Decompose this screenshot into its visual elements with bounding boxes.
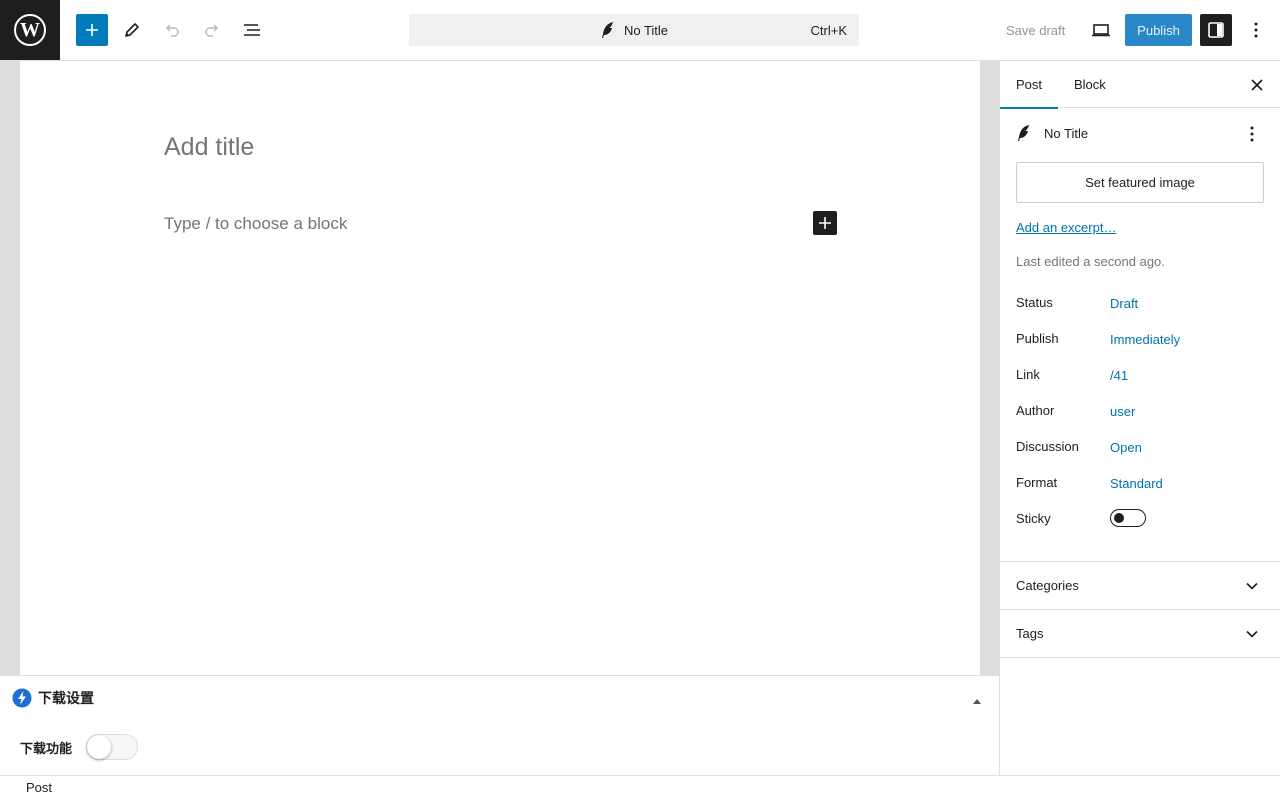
save-draft-button[interactable]: Save draft: [998, 14, 1073, 46]
breadcrumb[interactable]: Post: [26, 780, 52, 795]
author-row: Author user: [1016, 403, 1266, 423]
sticky-label: Sticky: [1016, 511, 1051, 526]
document-bar[interactable]: No Title Ctrl+K: [409, 14, 859, 46]
triangle-up-icon: [973, 699, 981, 704]
settings-button[interactable]: [1200, 14, 1232, 46]
format-label: Format: [1016, 475, 1058, 490]
publish-date-button[interactable]: Immediately: [1110, 332, 1180, 347]
post-card: No Title: [1016, 124, 1088, 142]
download-settings-metabox: 下载设置 下载功能: [0, 675, 1000, 775]
post-summary-panel: No Title Set featured image Add an excer…: [1000, 108, 1280, 562]
post-card-title: No Title: [1044, 125, 1089, 141]
sticky-toggle[interactable]: [1110, 509, 1146, 527]
editor-footer: Post: [0, 775, 1280, 800]
discussion-label: Discussion: [1016, 439, 1079, 454]
list-view-icon: [244, 24, 260, 36]
redo-button[interactable]: [196, 14, 228, 46]
link-label: Link: [1016, 367, 1040, 382]
status-row: Status Draft: [1016, 295, 1266, 315]
permalink-button[interactable]: /41: [1110, 368, 1128, 383]
default-block-appender[interactable]: Type / to choose a block: [164, 214, 347, 234]
categories-panel-toggle[interactable]: Categories: [1000, 562, 1280, 610]
close-sidebar-button[interactable]: [1245, 73, 1269, 97]
download-feature-label: 下载功能: [20, 740, 73, 756]
download-feature-row: 下载功能: [20, 734, 139, 760]
set-featured-image-button[interactable]: Set featured image: [1016, 162, 1264, 203]
metabox-collapse-button[interactable]: [972, 692, 982, 710]
tags-panel-toggle[interactable]: Tags: [1000, 610, 1280, 658]
plus-icon: [819, 217, 831, 229]
discussion-button[interactable]: Open: [1110, 440, 1142, 455]
command-shortcut: Ctrl+K: [810, 23, 847, 38]
last-edited-text: Last edited a second ago.: [1016, 254, 1165, 269]
metabox-header[interactable]: 下载设置: [12, 688, 94, 708]
kebab-icon: [1254, 22, 1258, 38]
laptop-icon: [1092, 24, 1110, 37]
link-row: Link /41: [1016, 367, 1266, 387]
undo-button[interactable]: [156, 14, 188, 46]
format-row: Format Standard: [1016, 475, 1266, 495]
close-icon: [1251, 79, 1263, 91]
tab-block[interactable]: Block: [1074, 61, 1106, 108]
status-value-button[interactable]: Draft: [1110, 296, 1138, 311]
preview-button[interactable]: [1085, 14, 1117, 46]
redo-icon: [205, 24, 219, 37]
editor-header: W No Title Ctrl+K Save draft Publish: [0, 0, 1280, 61]
post-title-input[interactable]: Add title: [164, 133, 254, 162]
sticky-row: Sticky: [1016, 509, 1266, 531]
categories-panel-title: Categories: [1016, 578, 1079, 593]
plus-icon: [86, 24, 98, 36]
lightning-icon: [12, 688, 32, 708]
discussion-row: Discussion Open: [1016, 439, 1266, 459]
editor-canvas: Add title Type / to choose a block: [20, 61, 980, 675]
wordpress-logo-button[interactable]: W: [0, 0, 60, 60]
metabox-title: 下载设置: [38, 690, 94, 706]
chevron-down-icon: [1240, 574, 1264, 598]
publish-date-row: Publish Immediately: [1016, 331, 1266, 351]
sidebar-icon: [1208, 22, 1224, 38]
feather-icon: [1018, 125, 1029, 141]
publish-button[interactable]: Publish: [1125, 14, 1192, 46]
kebab-icon: [1250, 126, 1254, 142]
feather-icon: [601, 22, 613, 38]
list-view-button[interactable]: [236, 14, 268, 46]
document-title: No Title: [623, 22, 669, 38]
wordpress-logo-icon: W: [14, 14, 46, 46]
author-label: Author: [1016, 403, 1055, 418]
undo-icon: [165, 24, 179, 37]
tags-panel-title: Tags: [1016, 626, 1044, 641]
settings-sidebar: Post Block No Title Set featured image A…: [999, 61, 1280, 775]
format-button[interactable]: Standard: [1110, 476, 1163, 491]
chevron-down-icon: [1240, 622, 1264, 646]
editor-canvas-area: Add title Type / to choose a block: [0, 61, 1000, 675]
status-label: Status: [1016, 295, 1053, 310]
add-excerpt-link[interactable]: Add an excerpt…: [1016, 220, 1116, 235]
post-actions-button[interactable]: [1240, 122, 1264, 146]
tools-button[interactable]: [116, 14, 148, 46]
publish-label: Publish: [1016, 331, 1059, 346]
pencil-icon: [125, 23, 139, 37]
tab-post[interactable]: Post: [1000, 61, 1058, 109]
block-inserter-button[interactable]: [76, 14, 108, 46]
download-feature-switch[interactable]: [86, 734, 139, 760]
inline-inserter-button[interactable]: [813, 211, 837, 235]
options-button[interactable]: [1240, 14, 1272, 46]
author-button[interactable]: user: [1110, 404, 1135, 419]
sidebar-tabs: Post Block: [1000, 61, 1280, 109]
